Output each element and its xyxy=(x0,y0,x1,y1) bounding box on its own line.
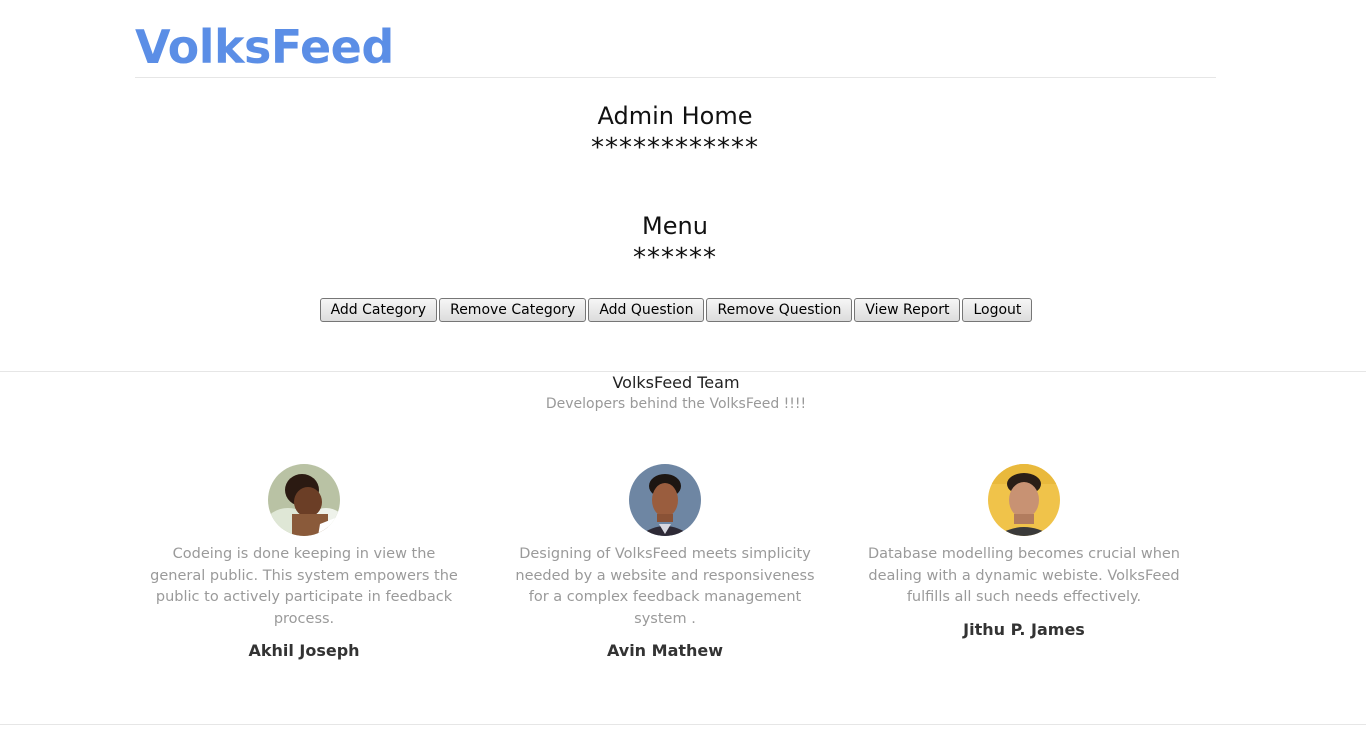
member-description: Codeing is done keeping in view the gene… xyxy=(150,546,458,627)
add-question-button[interactable]: Add Question xyxy=(588,298,705,322)
title-stars: ************ xyxy=(591,133,759,163)
member-name: Akhil Joseph xyxy=(248,641,360,660)
member-description: Designing of VolksFeed meets simplicity … xyxy=(515,546,815,627)
avatar xyxy=(268,464,340,536)
member-name: Avin Mathew xyxy=(606,641,724,660)
view-report-button[interactable]: View Report xyxy=(854,298,961,322)
menu-title: Menu xyxy=(642,212,708,240)
team-member-card: Designing of VolksFeed meets simplicity … xyxy=(505,464,825,660)
admin-menu: Add Category Remove Category Add Questio… xyxy=(0,298,1352,322)
logout-button[interactable]: Logout xyxy=(962,298,1033,322)
brand-logo[interactable]: VolksFeed xyxy=(135,18,394,76)
menu-stars: ****** xyxy=(633,243,717,273)
remove-question-button[interactable]: Remove Question xyxy=(706,298,853,322)
team-member-card: Database modelling becomes crucial when … xyxy=(864,464,1184,639)
page-title: Admin Home xyxy=(597,102,753,130)
member-name: Jithu P. James xyxy=(963,619,1085,639)
add-category-button[interactable]: Add Category xyxy=(319,298,438,322)
avatar xyxy=(988,464,1060,536)
member-description: Database modelling becomes crucial when … xyxy=(868,546,1180,605)
footer-divider-bottom xyxy=(0,724,1366,725)
remove-category-button[interactable]: Remove Category xyxy=(439,298,587,322)
header-divider xyxy=(135,77,1216,78)
avatar xyxy=(629,464,701,536)
footer-divider-top xyxy=(0,371,1366,372)
team-member-card: Codeing is done keeping in view the gene… xyxy=(144,464,464,660)
team-subtitle: Developers behind the VolksFeed !!!! xyxy=(545,396,807,412)
team-title: VolksFeed Team xyxy=(612,373,740,392)
